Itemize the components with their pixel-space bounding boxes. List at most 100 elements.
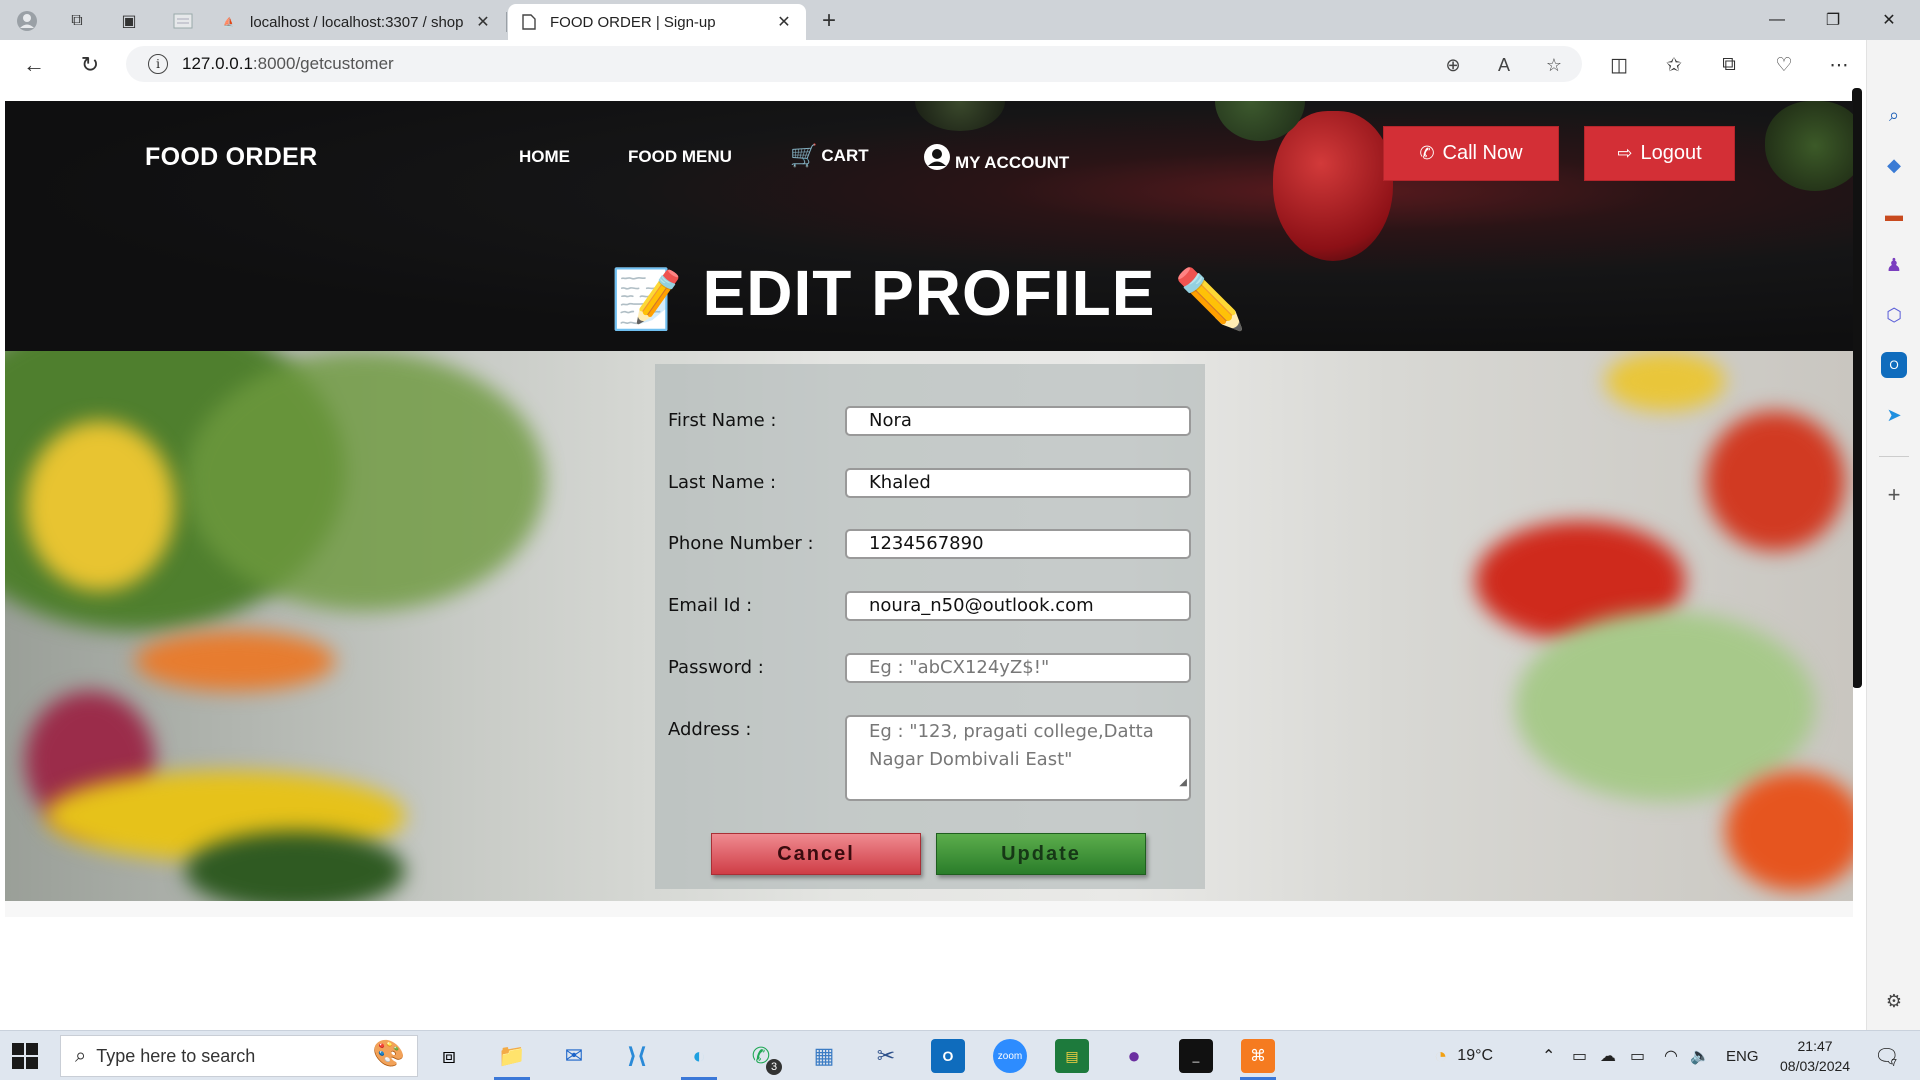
tab-phpmyadmin[interactable]: ⛵ localhost / localhost:3307 / shop ✕ [208, 4, 505, 40]
notifications-icon[interactable]: 🗨 7 [1874, 1031, 1899, 1081]
wifi-icon[interactable]: ◠ [1664, 1031, 1678, 1081]
address-label: Address : [668, 719, 752, 740]
url-host: 127.0.0.1 [182, 54, 253, 73]
close-tab-icon[interactable]: ✕ [774, 12, 794, 32]
email-input[interactable]: noura_n50@outlook.com [845, 591, 1191, 621]
cucumber-decoration [185, 831, 405, 901]
page-title: 📝 EDIT PROFILE ✏️ [5, 256, 1853, 334]
last-name-row: Last Name : Khaled [655, 468, 1205, 498]
call-now-button[interactable]: ✆ Call Now [1383, 126, 1559, 181]
edge-browser-icon[interactable]: ◐ [682, 1039, 716, 1073]
nav-food-menu[interactable]: FOOD MENU [628, 147, 732, 167]
nav-food-menu-label: FOOD MENU [628, 147, 732, 166]
weather-widget[interactable]: ◔ 19°C [1434, 1031, 1493, 1081]
tools-icon[interactable]: ▬ [1881, 202, 1907, 228]
more-options-icon[interactable]: ⋯ [1826, 52, 1852, 78]
tab-title: localhost / localhost:3307 / shop [250, 13, 464, 31]
workspaces-icon[interactable]: ⧉ [64, 8, 90, 34]
resize-handle-icon[interactable]: ◢ [1179, 769, 1187, 797]
settings-gear-icon[interactable]: ⚙ [1881, 988, 1907, 1014]
new-tab-button[interactable]: + [814, 6, 844, 36]
task-view-icon[interactable]: ⧈ [432, 1039, 466, 1073]
xampp-icon[interactable]: ⌘ [1241, 1039, 1275, 1073]
update-button[interactable]: Update [936, 833, 1146, 875]
zoom-icon[interactable]: zoom [993, 1039, 1027, 1073]
close-tab-icon[interactable]: ✕ [473, 12, 493, 32]
password-row: Password : Eg : "abCX124yZ$!" [655, 653, 1205, 683]
taskbar-search-box[interactable]: ⌕ Type here to search 🎨 [60, 1035, 418, 1077]
zoom-icon[interactable]: ⊕ [1441, 53, 1465, 77]
last-name-input[interactable]: Khaled [845, 468, 1191, 498]
nav-my-account[interactable]: MY ACCOUNT [923, 143, 1069, 177]
nav-cart[interactable]: 🛒 CART [790, 143, 869, 169]
outlook-icon[interactable]: O [1881, 352, 1907, 378]
pinned-tab-icon[interactable] [170, 8, 196, 34]
minimize-button[interactable]: — [1749, 0, 1805, 40]
clock[interactable]: 21:47 08/03/2024 [1780, 1031, 1850, 1081]
strawberry-decoration [915, 101, 1005, 131]
shopping-tag-icon[interactable]: ◆ [1881, 152, 1907, 178]
search-icon[interactable]: ⌕ [1881, 102, 1907, 128]
logout-button[interactable]: ⇨ Logout [1584, 126, 1735, 181]
strawberry-decoration [1765, 101, 1853, 191]
tab-food-order[interactable]: FOOD ORDER | Sign-up ✕ [508, 4, 806, 40]
show-hidden-icons[interactable]: ⌃ [1542, 1031, 1555, 1081]
file-explorer-icon[interactable]: 📁 [495, 1039, 529, 1073]
sidebar-divider [1879, 456, 1909, 457]
nav-account-label: MY ACCOUNT [955, 153, 1070, 172]
drop-icon[interactable]: ➤ [1881, 402, 1907, 428]
phone-input[interactable]: 1234567890 [845, 529, 1191, 559]
add-icon[interactable]: + [1881, 482, 1907, 508]
tab-actions-icon[interactable]: ▣ [116, 8, 142, 34]
tray-device-icon[interactable]: ▭ [1572, 1031, 1587, 1081]
nav-cart-label: CART [821, 146, 869, 165]
address-bar[interactable]: i 127.0.0.1:8000/getcustomer [126, 46, 1582, 82]
back-button[interactable]: ← [18, 49, 50, 81]
spreadsheet-icon[interactable]: ▤ [1055, 1039, 1089, 1073]
password-input[interactable]: Eg : "abCX124yZ$!" [845, 653, 1191, 683]
snipping-tool-icon[interactable]: ✂ [869, 1039, 903, 1073]
github-icon[interactable]: ● [1117, 1039, 1151, 1073]
close-window-button[interactable]: ✕ [1861, 0, 1917, 40]
nav-home-label: HOME [519, 147, 570, 166]
battery-icon[interactable]: ▭ [1630, 1031, 1645, 1081]
address-toolbar: ← ↻ i 127.0.0.1:8000/getcustomer ⊕ A ☆ ◫… [0, 40, 1920, 88]
microsoft-365-icon[interactable]: ⬡ [1881, 302, 1907, 328]
header-banner: FOOD ORDER HOME FOOD MENU 🛒 CART MY ACCO… [5, 101, 1853, 351]
nav-home[interactable]: HOME [519, 147, 570, 167]
cancel-button[interactable]: Cancel [711, 833, 921, 875]
browser-sidebar: ⌕ ◆ ▬ ♟ ⬡ O ➤ + ⚙ [1866, 40, 1920, 1030]
volume-icon[interactable]: 🔈 [1690, 1031, 1710, 1081]
site-info-icon[interactable]: i [148, 54, 168, 74]
phone-label: Phone Number : [668, 533, 814, 554]
language-indicator[interactable]: ENG [1726, 1031, 1759, 1081]
reload-button[interactable]: ↻ [74, 49, 106, 81]
outlook-new-icon[interactable]: O [931, 1039, 965, 1073]
photos-icon[interactable]: ▦ [807, 1039, 841, 1073]
weather-icon: ◔ [1434, 1043, 1448, 1068]
brand-logo[interactable]: FOOD ORDER [145, 143, 317, 172]
first-name-input[interactable]: Nora [845, 406, 1191, 436]
collections-icon[interactable]: ⧉ [1716, 52, 1742, 78]
tray-cloud-icon[interactable]: ☁ [1600, 1031, 1616, 1081]
page-scrollbar[interactable] [1852, 88, 1862, 688]
edit-profile-form: First Name : Nora Last Name : Khaled Pho… [655, 364, 1205, 889]
address-textarea[interactable]: Eg : "123, pragati college,Datta Nagar D… [845, 715, 1191, 801]
games-icon[interactable]: ♟ [1881, 252, 1907, 278]
read-aloud-icon[interactable]: A [1492, 53, 1516, 77]
tomato-decoration [1705, 411, 1845, 551]
logout-icon: ⇨ [1617, 143, 1633, 163]
terminal-icon[interactable]: _ [1179, 1039, 1213, 1073]
favorites-icon[interactable]: ✩ [1661, 52, 1687, 78]
restore-button[interactable]: ❐ [1805, 0, 1861, 40]
windows-start-button[interactable] [12, 1043, 38, 1069]
profile-icon[interactable] [14, 8, 40, 34]
split-screen-icon[interactable]: ◫ [1606, 52, 1632, 78]
favorite-star-icon[interactable]: ☆ [1542, 53, 1566, 77]
vscode-icon[interactable]: ⟩⟨ [620, 1039, 654, 1073]
leaf-decoration [185, 351, 545, 611]
whatsapp-icon[interactable]: ✆ 3 [744, 1039, 782, 1075]
mail-icon[interactable]: ✉ [557, 1039, 591, 1073]
browser-essentials-icon[interactable]: ♡ [1771, 52, 1797, 78]
password-label: Password : [668, 657, 764, 678]
